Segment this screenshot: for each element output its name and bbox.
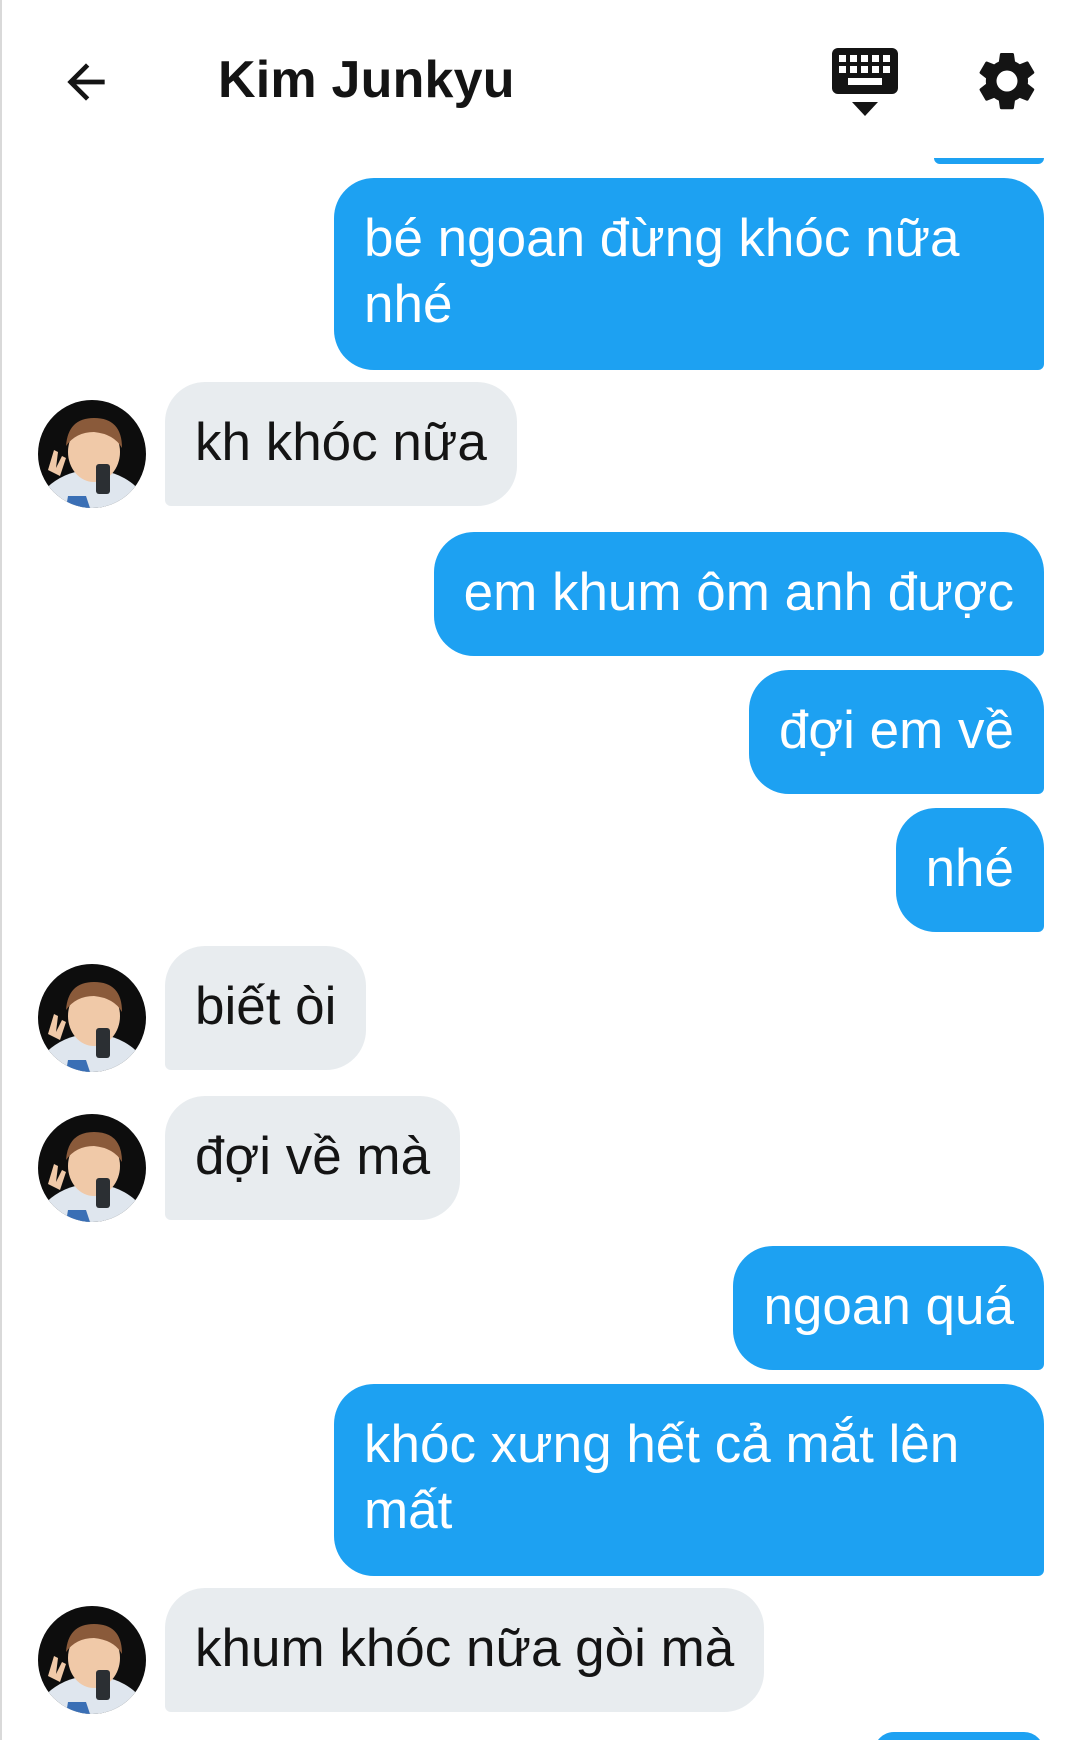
- page-title: Kim Junkyu: [218, 51, 515, 109]
- message-bubble-incoming[interactable]: khum khóc nữa gòi mà: [165, 1588, 765, 1712]
- avatar[interactable]: [38, 964, 146, 1072]
- back-button[interactable]: [46, 42, 126, 122]
- message-bubble-incoming[interactable]: biết òi: [165, 946, 367, 1070]
- chat-screen: Kim Junkyu bé ngoan đừng khóc nữa nhé kh…: [0, 0, 1080, 1740]
- avatar[interactable]: [38, 1114, 146, 1222]
- arrow-left-icon: [67, 63, 105, 101]
- message-bubble-outgoing[interactable]: em khum ôm anh được: [433, 532, 1044, 656]
- message-bubble-outgoing[interactable]: bé ngoan đừng khóc nữa nhé: [334, 178, 1044, 370]
- keyboard-toggle-button[interactable]: [830, 44, 900, 118]
- avatar[interactable]: [38, 1606, 146, 1714]
- settings-button[interactable]: [972, 46, 1042, 116]
- message-bubble-outgoing[interactable]: nhé: [895, 808, 1044, 932]
- message-bubble-incoming[interactable]: kh khóc nữa: [165, 382, 517, 506]
- message-bubble-outgoing[interactable]: đợi em về: [748, 670, 1044, 794]
- message-bubble-outgoing[interactable]: khóc xưng hết cả mắt lên mất: [334, 1384, 1044, 1576]
- avatar[interactable]: [38, 400, 146, 508]
- message-bubble-incoming[interactable]: đợi về mà: [165, 1096, 461, 1220]
- gear-icon: [979, 52, 1035, 110]
- message-bubble-outgoing[interactable]: ngoan quá: [733, 1246, 1044, 1370]
- message-bubble-partial: [934, 158, 1044, 164]
- chat-header: Kim Junkyu: [2, 0, 1080, 160]
- message-bubble-partial: [874, 1732, 1044, 1740]
- keyboard-hide-icon: [832, 48, 898, 116]
